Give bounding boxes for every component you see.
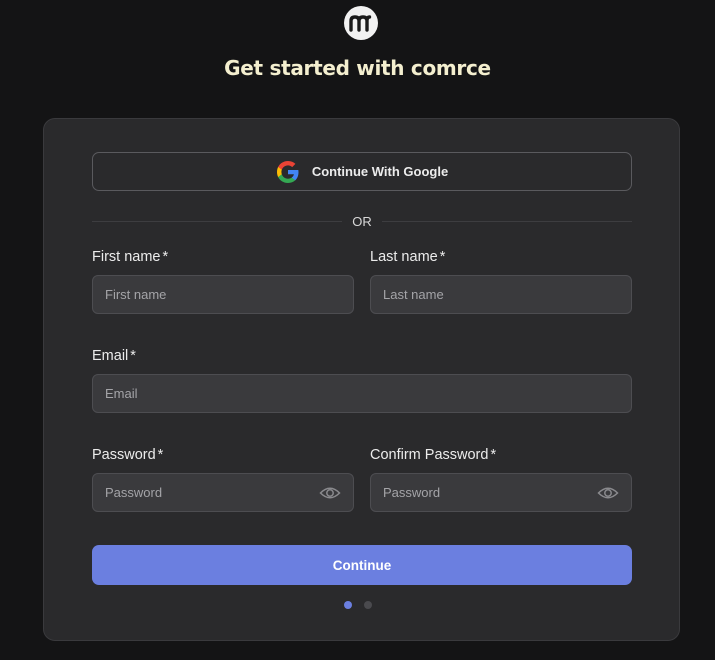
required-mark: *: [490, 447, 497, 463]
required-mark: *: [439, 249, 446, 265]
confirm-password-label-text: Confirm Password: [370, 447, 489, 463]
email-label: Email *: [92, 348, 136, 364]
password-label-text: Password: [92, 447, 156, 463]
page-title: Get started with comrce: [224, 56, 491, 80]
email-label-text: Email: [92, 348, 129, 364]
required-mark: *: [157, 447, 164, 463]
continue-with-google-button[interactable]: Continue With Google: [92, 152, 632, 191]
eye-icon[interactable]: [319, 485, 341, 501]
password-label: Password *: [92, 447, 163, 463]
password-placeholder: Password: [105, 485, 163, 500]
email-placeholder: Email: [105, 386, 138, 401]
comrce-logo-icon: [344, 6, 378, 40]
first-name-placeholder: First name: [105, 287, 167, 302]
first-name-input[interactable]: First name: [92, 275, 354, 314]
or-divider: OR: [92, 213, 632, 229]
divider-line-right: [381, 220, 632, 222]
first-name-label: First name *: [92, 249, 168, 265]
eye-icon[interactable]: [597, 485, 619, 501]
divider-text: OR: [352, 213, 372, 229]
email-input[interactable]: Email: [92, 374, 632, 413]
required-mark: *: [162, 249, 169, 265]
last-name-label-text: Last name: [370, 249, 438, 265]
last-name-placeholder: Last name: [383, 287, 444, 302]
signup-page: Get started with comrce Continue With Go…: [0, 0, 715, 660]
first-name-label-text: First name: [92, 249, 161, 265]
required-mark: *: [130, 348, 136, 364]
confirm-password-label: Confirm Password *: [370, 447, 496, 463]
confirm-password-input[interactable]: Password: [370, 473, 632, 512]
last-name-input[interactable]: Last name: [370, 275, 632, 314]
continue-button[interactable]: Continue: [92, 545, 632, 585]
step-indicator: [344, 601, 372, 609]
divider-line-left: [92, 220, 343, 222]
confirm-password-placeholder: Password: [383, 485, 441, 500]
step-dot-2: [364, 601, 372, 609]
password-input[interactable]: Password: [92, 473, 354, 512]
step-dot-1: [344, 601, 352, 609]
google-g-icon: [276, 160, 300, 184]
signup-card: Continue With Google OR First name * Firs…: [43, 118, 680, 641]
google-button-label: Continue With Google: [311, 164, 449, 179]
last-name-label: Last name *: [370, 249, 445, 265]
